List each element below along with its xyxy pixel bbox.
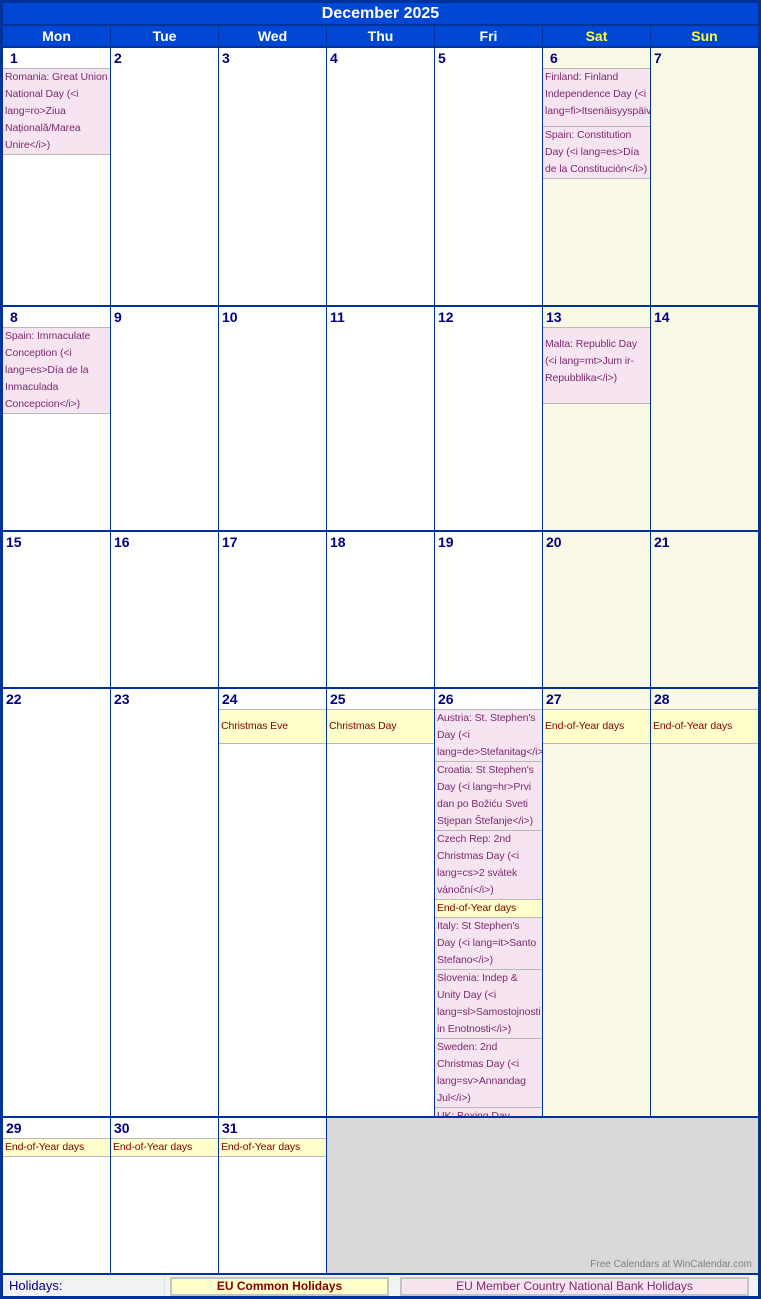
eu-holiday-entry[interactable]: Christmas Eve	[219, 709, 326, 744]
day-cell-18[interactable]: 18	[327, 532, 434, 687]
national-holiday-entry[interactable]: Malta: Republic Day (<i lang=mt>Jum ir-R…	[543, 327, 650, 404]
eu-holiday-entry[interactable]: End-of-Year days	[543, 709, 650, 744]
day-number: 23	[114, 691, 130, 707]
day-cell-2[interactable]: 2	[111, 48, 218, 305]
national-holiday-entry[interactable]: Austria: St. Stephen's Day (<i lang=de>S…	[435, 709, 542, 762]
day-cell-12[interactable]: 12	[435, 307, 542, 530]
eu-holiday-entry[interactable]: End-of-Year days	[219, 1138, 326, 1157]
day-number: 10	[222, 309, 238, 325]
eu-holiday-entry[interactable]: End-of-Year days	[435, 900, 542, 918]
national-holiday-entry[interactable]: Spain: Immaculate Conception (<i lang=es…	[3, 327, 110, 414]
day-cell-9[interactable]: 9	[111, 307, 218, 530]
day-cell-29[interactable]: 29 End-of-Year days	[3, 1118, 110, 1273]
day-number: 1	[10, 50, 18, 66]
day-number: 12	[438, 309, 454, 325]
weekday-header-sat: Sat	[543, 26, 650, 46]
day-cell-21[interactable]: 21	[651, 532, 758, 687]
weekday-header-tue: Tue	[111, 26, 218, 46]
national-holiday-entry[interactable]: Sweden: 2nd Christmas Day (<i lang=sv>An…	[435, 1039, 542, 1108]
day-number: 31	[222, 1120, 238, 1136]
weekday-header-thu: Thu	[327, 26, 434, 46]
day-number: 22	[6, 691, 22, 707]
calendar: December 2025 Mon Tue Wed Thu Fri Sat Sun 1 Rom…	[0, 0, 761, 1299]
eu-holiday-entry[interactable]: Christmas Day	[327, 709, 434, 744]
day-cell-11[interactable]: 11	[327, 307, 434, 530]
national-holiday-entry[interactable]: Czech Rep: 2nd Christmas Day (<i lang=cs…	[435, 831, 542, 900]
day-cell-7[interactable]: 7	[651, 48, 758, 305]
day-cell-10[interactable]: 10	[219, 307, 326, 530]
day-number: 28	[654, 691, 670, 707]
day-number: 9	[114, 309, 122, 325]
day-cell-5[interactable]: 5	[435, 48, 542, 305]
weekday-header-mon: Mon	[3, 26, 110, 46]
national-holiday-entry[interactable]: Italy: St Stephen's Day (<i lang=it>Sant…	[435, 918, 542, 970]
day-cell-13[interactable]: 13 Malta: Republic Day (<i lang=mt>Jum ir…	[543, 307, 650, 530]
weekday-header-fri: Fri	[435, 26, 542, 46]
day-cell-25[interactable]: 25 Christmas Day	[327, 689, 434, 1116]
day-number: 11	[330, 309, 345, 325]
national-holiday-entry[interactable]: Slovenia: Indep & Unity Day (<i lang=sl>…	[435, 970, 542, 1039]
day-cell-3[interactable]: 3	[219, 48, 326, 305]
day-cell-26[interactable]: 26 Austria: St. Stephen's Day (<i lang=de…	[435, 689, 542, 1116]
national-holiday-entry[interactable]: Croatia: St Stephen's Day (<i lang=hr>Pr…	[435, 762, 542, 831]
day-cell-16[interactable]: 16	[111, 532, 218, 687]
day-number: 24	[222, 691, 238, 707]
calendar-title: December 2025	[3, 3, 758, 24]
legend-divider	[164, 1275, 165, 1296]
legend-eu-common-holidays: EU Common Holidays	[170, 1277, 389, 1296]
day-number: 16	[114, 534, 130, 550]
day-cell-27[interactable]: 27 End-of-Year days	[543, 689, 650, 1116]
day-cell-30[interactable]: 30 End-of-Year days	[111, 1118, 218, 1273]
day-number: 17	[222, 534, 238, 550]
day-number: 26	[438, 691, 454, 707]
day-cell-20[interactable]: 20	[543, 532, 650, 687]
national-holiday-entry[interactable]: Spain: Constitution Day (<i lang=es>Día …	[543, 127, 650, 179]
day-number: 3	[222, 50, 230, 66]
eu-holiday-entry[interactable]: End-of-Year days	[111, 1138, 218, 1157]
day-cell-28[interactable]: 28 End-of-Year days	[651, 689, 758, 1116]
national-holiday-entry[interactable]: UK: Boxing Day	[435, 1108, 542, 1116]
day-cell-15[interactable]: 15	[3, 532, 110, 687]
day-number: 5	[438, 50, 446, 66]
day-number: 29	[6, 1120, 22, 1136]
holiday-legend: Holidays: EU Common Holidays EU Member C…	[3, 1275, 758, 1296]
legend-label: Holidays:	[9, 1278, 63, 1293]
day-number: 15	[6, 534, 22, 550]
day-cell-8[interactable]: 8 Spain: Immaculate Conception (<i lang=e…	[3, 307, 110, 530]
legend-national-bank-holidays: EU Member Country National Bank Holidays	[400, 1277, 749, 1296]
day-number: 4	[330, 50, 338, 66]
day-number: 18	[330, 534, 346, 550]
day-number: 20	[546, 534, 562, 550]
day-number: 2	[114, 50, 122, 66]
national-holiday-entry[interactable]: Romania: Great Union National Day (<i la…	[3, 68, 110, 155]
day-number: 30	[114, 1120, 130, 1136]
day-number: 14	[654, 309, 670, 325]
day-cell-6[interactable]: 6 Finland: Finland Independence Day (<i l…	[543, 48, 650, 305]
weekday-header-sun: Sun	[651, 26, 758, 46]
day-cell-1[interactable]: 1 Romania: Great Union National Day (<i l…	[3, 48, 110, 305]
day-number: 27	[546, 691, 562, 707]
eu-holiday-entry[interactable]: End-of-Year days	[651, 709, 758, 744]
day-number: 21	[654, 534, 670, 550]
weekday-header-wed: Wed	[219, 26, 326, 46]
day-cell-19[interactable]: 19	[435, 532, 542, 687]
day-cell-4[interactable]: 4	[327, 48, 434, 305]
day-cell-23[interactable]: 23	[111, 689, 218, 1116]
day-number: 19	[438, 534, 454, 550]
day-cell-17[interactable]: 17	[219, 532, 326, 687]
national-holiday-entry[interactable]: Finland: Finland Independence Day (<i la…	[543, 68, 650, 127]
wincalendar-link[interactable]: Free Calendars at WinCalendar.com	[590, 1259, 752, 1270]
eu-holiday-entry[interactable]: End-of-Year days	[3, 1138, 110, 1157]
day-number: 13	[546, 309, 562, 325]
day-number: 6	[550, 50, 558, 66]
empty-days-area: Free Calendars at WinCalendar.com	[327, 1118, 758, 1273]
day-cell-24[interactable]: 24 Christmas Eve	[219, 689, 326, 1116]
day-cell-14[interactable]: 14	[651, 307, 758, 530]
day-number: 8	[10, 309, 18, 325]
day-number: 7	[654, 50, 662, 66]
day-cell-22[interactable]: 22	[3, 689, 110, 1116]
day-cell-31[interactable]: 31 End-of-Year days	[219, 1118, 326, 1273]
day-number: 25	[330, 691, 346, 707]
